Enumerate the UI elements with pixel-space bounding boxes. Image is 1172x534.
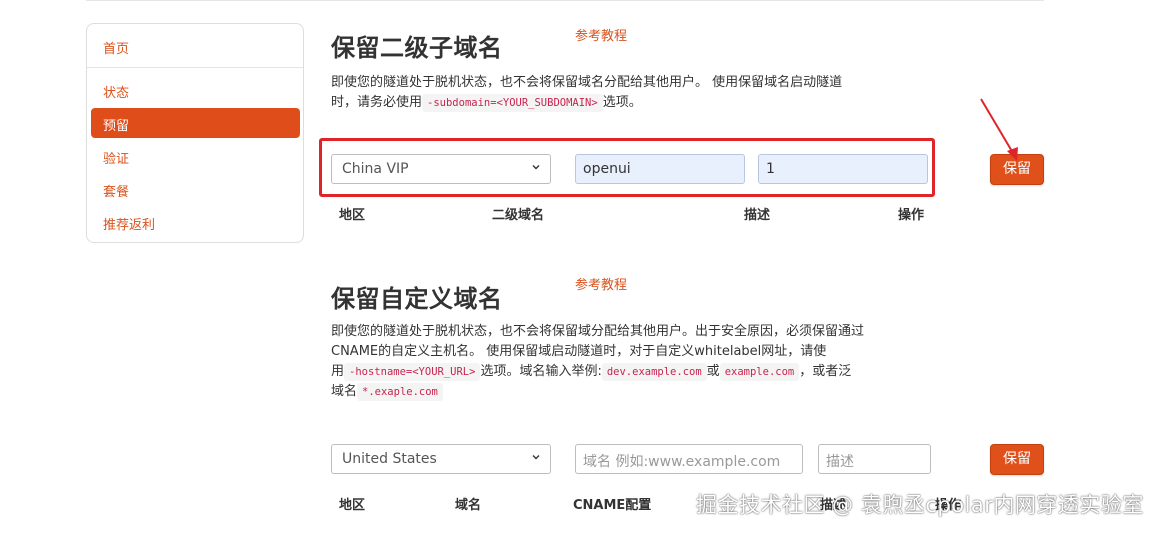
custom-desc-line4: 域名 *.exaple.com <box>331 382 864 402</box>
custom-description-input[interactable]: 描述 <box>818 444 931 474</box>
subdomain-desc-pre: 时，请务必使用 <box>331 95 423 110</box>
subdomain-col-region: 地区 <box>339 208 366 223</box>
custom-col-cname: CNAME配置 <box>573 498 652 513</box>
custom-desc-line4-pre: 域名 <box>331 384 358 399</box>
sidebar-item-label: 预留 <box>103 119 130 134</box>
subdomain-section-title: 保留二级子域名 <box>331 34 503 62</box>
subdomain-region-select[interactable]: China VIP <box>331 154 551 184</box>
custom-desc-mid: 选项。域名输入举例: <box>480 364 602 379</box>
sidebar-item-verify[interactable]: 验证 <box>103 148 129 167</box>
example-domain-code-2: example.com <box>719 363 800 381</box>
sidebar: 首页 状态 预留 验证 套餐 推荐返利 <box>86 23 304 243</box>
custom-domain-input[interactable]: 域名 例如:www.example.com <box>575 444 803 474</box>
subdomain-desc-line2: 时，请务必使用 -subdomain=<YOUR_SUBDOMAIN> 选项。 <box>331 93 842 113</box>
watermark-text: 掘金技术社区 @ 袁煦丞cpolar内网穿透实验室 <box>696 493 1144 517</box>
custom-domain-placeholder: 域名 例如:www.example.com <box>583 454 781 470</box>
top-divider <box>86 0 1044 1</box>
sidebar-divider <box>87 67 303 68</box>
subdomain-region-value: China VIP <box>342 161 409 177</box>
custom-description-placeholder: 描述 <box>826 454 854 470</box>
custom-domain-save-button[interactable]: 保留 <box>990 444 1044 475</box>
wildcard-domain-code: *.exaple.com <box>357 383 443 401</box>
hostname-flag-code: -hostname=<YOUR_URL> <box>344 363 481 381</box>
sidebar-item-status[interactable]: 状态 <box>103 82 129 101</box>
custom-region-value: United States <box>342 451 437 467</box>
subdomain-name-value: openui <box>583 161 631 177</box>
custom-desc-line3: 用 -hostname=<YOUR_URL> 选项。域名输入举例: dev.examp… <box>331 362 864 382</box>
subdomain-flag-code: -subdomain=<YOUR_SUBDOMAIN> <box>422 94 603 112</box>
subdomain-col-description: 描述 <box>744 208 771 223</box>
custom-domain-tutorial-link[interactable]: 参考教程 <box>575 274 627 293</box>
subdomain-col-subdomain: 二级域名 <box>492 208 545 223</box>
subdomain-col-action: 操作 <box>898 208 925 223</box>
subdomain-description-value: 1 <box>766 161 775 177</box>
sidebar-item-reserve[interactable]: 预留 <box>91 108 300 138</box>
custom-domain-section-title: 保留自定义域名 <box>331 285 503 313</box>
example-domain-code-1: dev.example.com <box>601 363 707 381</box>
subdomain-tutorial-link[interactable]: 参考教程 <box>575 25 627 44</box>
subdomain-description-input[interactable]: 1 <box>758 154 928 184</box>
custom-desc-post: ，或者泛 <box>799 364 852 379</box>
custom-desc-line1: 即使您的隧道处于脱机状态，也不会将保留域分配给其他用户。出于安全原因，必须保留通… <box>331 324 865 339</box>
sidebar-item-referral[interactable]: 推荐返利 <box>103 214 155 233</box>
custom-desc-or: 或 <box>706 364 720 379</box>
custom-col-domain: 域名 <box>455 498 482 513</box>
subdomain-desc-line1: 即使您的隧道处于脱机状态，也不会将保留域名分配给其他用户。 使用保留域名启动隧道 <box>331 75 843 90</box>
sidebar-item-plans[interactable]: 套餐 <box>103 181 129 200</box>
subdomain-description: 即使您的隧道处于脱机状态，也不会将保留域名分配给其他用户。 使用保留域名启动隧道… <box>331 73 842 113</box>
custom-desc-pre: 用 <box>331 364 345 379</box>
custom-col-region: 地区 <box>339 498 366 513</box>
subdomain-desc-post: 选项。 <box>602 95 642 110</box>
annotation-arrow-icon <box>980 98 1018 161</box>
subdomain-name-input[interactable]: openui <box>575 154 745 184</box>
sidebar-item-home[interactable]: 首页 <box>103 38 129 57</box>
custom-region-select[interactable]: United States <box>331 444 551 474</box>
custom-desc-line2: CNAME的自定义主机名。 使用保留域启动隧道时，对于自定义whitelabel… <box>331 344 827 359</box>
chevron-down-icon <box>532 455 540 460</box>
custom-domain-description: 即使您的隧道处于脱机状态，也不会将保留域分配给其他用户。出于安全原因，必须保留通… <box>331 322 864 402</box>
chevron-down-icon <box>532 165 540 170</box>
